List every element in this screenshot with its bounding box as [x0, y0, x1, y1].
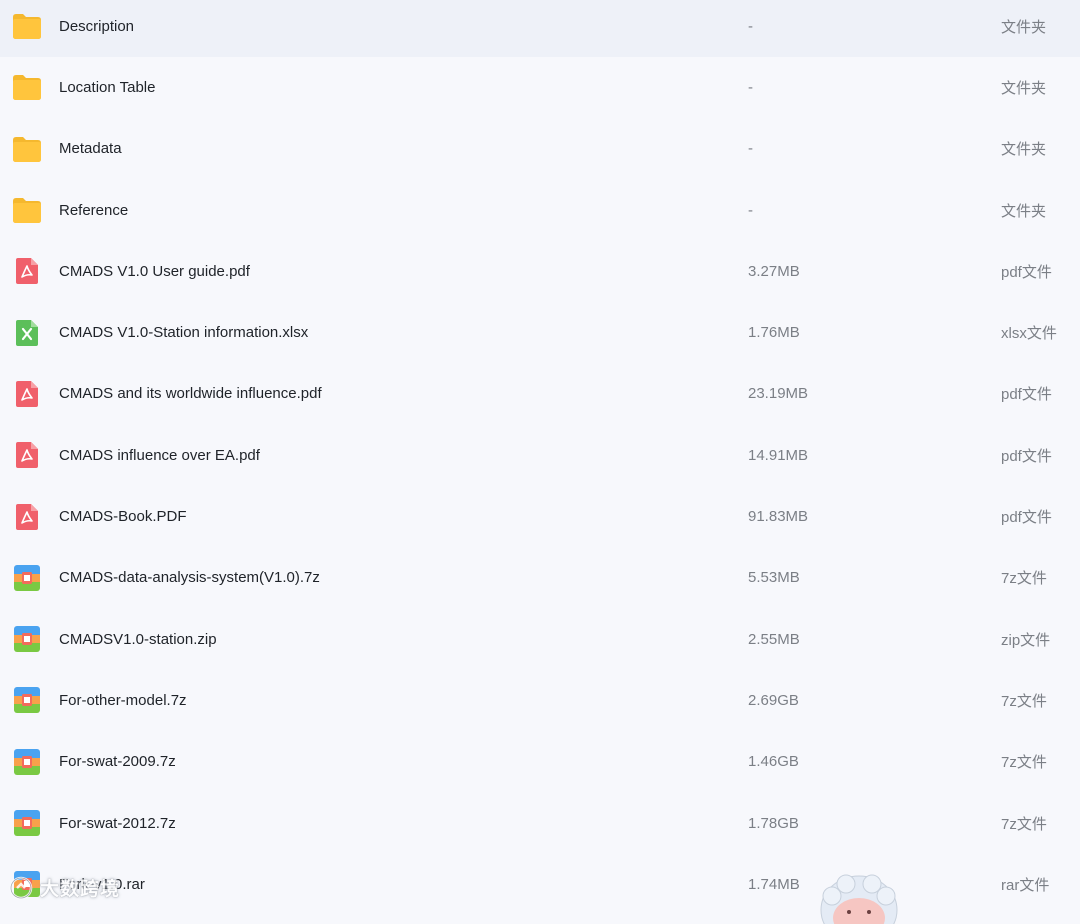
- file-row[interactable]: CMADSV1.0-station.zip 2.55MB zip文件: [0, 609, 1080, 670]
- file-row[interactable]: CMADS-data-analysis-system(V1.0).7z 5.53M…: [0, 547, 1080, 608]
- folder-icon: [11, 71, 43, 103]
- file-type: 7z文件: [1001, 815, 1047, 833]
- file-type: rar文件: [1001, 876, 1050, 894]
- file-row[interactable]: For-other-model.7z 2.69GB 7z文件: [0, 670, 1080, 731]
- watermark-text: 大数跨境: [40, 879, 121, 900]
- file-type: 7z文件: [1001, 570, 1047, 588]
- file-type: 文件夹: [1001, 202, 1047, 220]
- file-size: 1.46GB: [748, 753, 799, 771]
- file-size: 2.69GB: [748, 691, 799, 709]
- pdf-icon: [11, 439, 43, 471]
- file-size: -: [748, 17, 753, 35]
- file-name[interactable]: Reference: [59, 202, 128, 219]
- file-size: 3.27MB: [748, 262, 800, 280]
- archive-icon: [11, 684, 43, 716]
- file-type: 文件夹: [1001, 79, 1047, 97]
- file-name[interactable]: Description: [59, 18, 134, 35]
- file-type: xlsx文件: [1001, 325, 1057, 343]
- file-row[interactable]: Description - 文件夹: [0, 0, 1080, 57]
- archive-icon: [11, 807, 43, 839]
- file-type: pdf文件: [1001, 386, 1052, 404]
- file-type: 文件夹: [1001, 141, 1047, 159]
- file-size: 1.76MB: [748, 324, 800, 342]
- folder-icon: [11, 10, 43, 42]
- file-type: 7z文件: [1001, 692, 1047, 710]
- pdf-icon: [11, 501, 43, 533]
- file-size: 23.19MB: [748, 385, 809, 403]
- file-size: 91.83MB: [748, 508, 809, 526]
- file-name[interactable]: For-swat-2012.7z: [59, 815, 176, 832]
- pdf-icon: [11, 255, 43, 287]
- watermark: 大数跨境: [8, 874, 120, 901]
- file-name[interactable]: CMADS V1.0-Station information.xlsx: [59, 324, 308, 341]
- file-row[interactable]: For-swat-2012.7z 1.78GB 7z文件: [0, 792, 1080, 853]
- file-size: 5.53MB: [748, 569, 800, 587]
- pdf-icon: [11, 378, 43, 410]
- file-size: 1.74MB: [748, 875, 800, 893]
- file-list: Description - 文件夹 Location Table - 文件夹 Metadat…: [0, 0, 1080, 915]
- mascot-icon[interactable]: [818, 874, 900, 924]
- file-row[interactable]: Metadata - 文件夹: [0, 118, 1080, 179]
- file-size: -: [748, 140, 753, 158]
- file-size: -: [748, 201, 753, 219]
- file-size: 1.78GB: [748, 814, 799, 832]
- file-row[interactable]: For-swat-2009.7z 1.46GB 7z文件: [0, 731, 1080, 792]
- file-type: pdf文件: [1001, 263, 1052, 281]
- file-name[interactable]: CMADS and its worldwide influence.pdf: [59, 385, 322, 402]
- file-type: zip文件: [1001, 631, 1051, 649]
- logo-icon: [9, 876, 33, 899]
- file-size: 2.55MB: [748, 630, 800, 648]
- file-type: 文件夹: [1001, 18, 1047, 36]
- file-name[interactable]: CMADS-Book.PDF: [59, 508, 187, 525]
- archive-icon: [11, 623, 43, 655]
- file-name[interactable]: For-swat-2009.7z: [59, 753, 176, 770]
- file-type: pdf文件: [1001, 509, 1052, 527]
- archive-icon: [11, 746, 43, 778]
- file-size: -: [748, 78, 753, 96]
- file-row[interactable]: CMADS V1.0 User guide.pdf 3.27MB pdf文件: [0, 241, 1080, 302]
- file-name[interactable]: CMADS V1.0 User guide.pdf: [59, 263, 250, 280]
- file-row[interactable]: CMADS V1.0-Station information.xlsx 1.76M…: [0, 302, 1080, 363]
- file-name[interactable]: Metadata: [59, 140, 122, 157]
- file-name[interactable]: CMADSV1.0-station.zip: [59, 631, 217, 648]
- folder-icon: [11, 133, 43, 165]
- excel-icon: [11, 317, 43, 349]
- file-name[interactable]: CMADS influence over EA.pdf: [59, 447, 260, 464]
- folder-icon: [11, 194, 43, 226]
- file-row[interactable]: Reference - 文件夹: [0, 179, 1080, 240]
- file-name[interactable]: Location Table: [59, 79, 155, 96]
- file-row[interactable]: CMADS-Book.PDF 91.83MB pdf文件: [0, 486, 1080, 547]
- file-row[interactable]: CMADS and its worldwide influence.pdf 23.…: [0, 363, 1080, 424]
- archive-icon: [11, 562, 43, 594]
- file-size: 14.91MB: [748, 446, 809, 464]
- file-type: 7z文件: [1001, 754, 1047, 772]
- file-row[interactable]: Fork-v1.0.rar 1.74MB rar文件: [0, 854, 1080, 915]
- file-row[interactable]: Location Table - 文件夹: [0, 57, 1080, 118]
- file-type: pdf文件: [1001, 447, 1052, 465]
- file-row[interactable]: CMADS influence over EA.pdf 14.91MB pdf文件: [0, 425, 1080, 486]
- file-name[interactable]: For-other-model.7z: [59, 692, 187, 709]
- file-name[interactable]: CMADS-data-analysis-system(V1.0).7z: [59, 569, 320, 586]
